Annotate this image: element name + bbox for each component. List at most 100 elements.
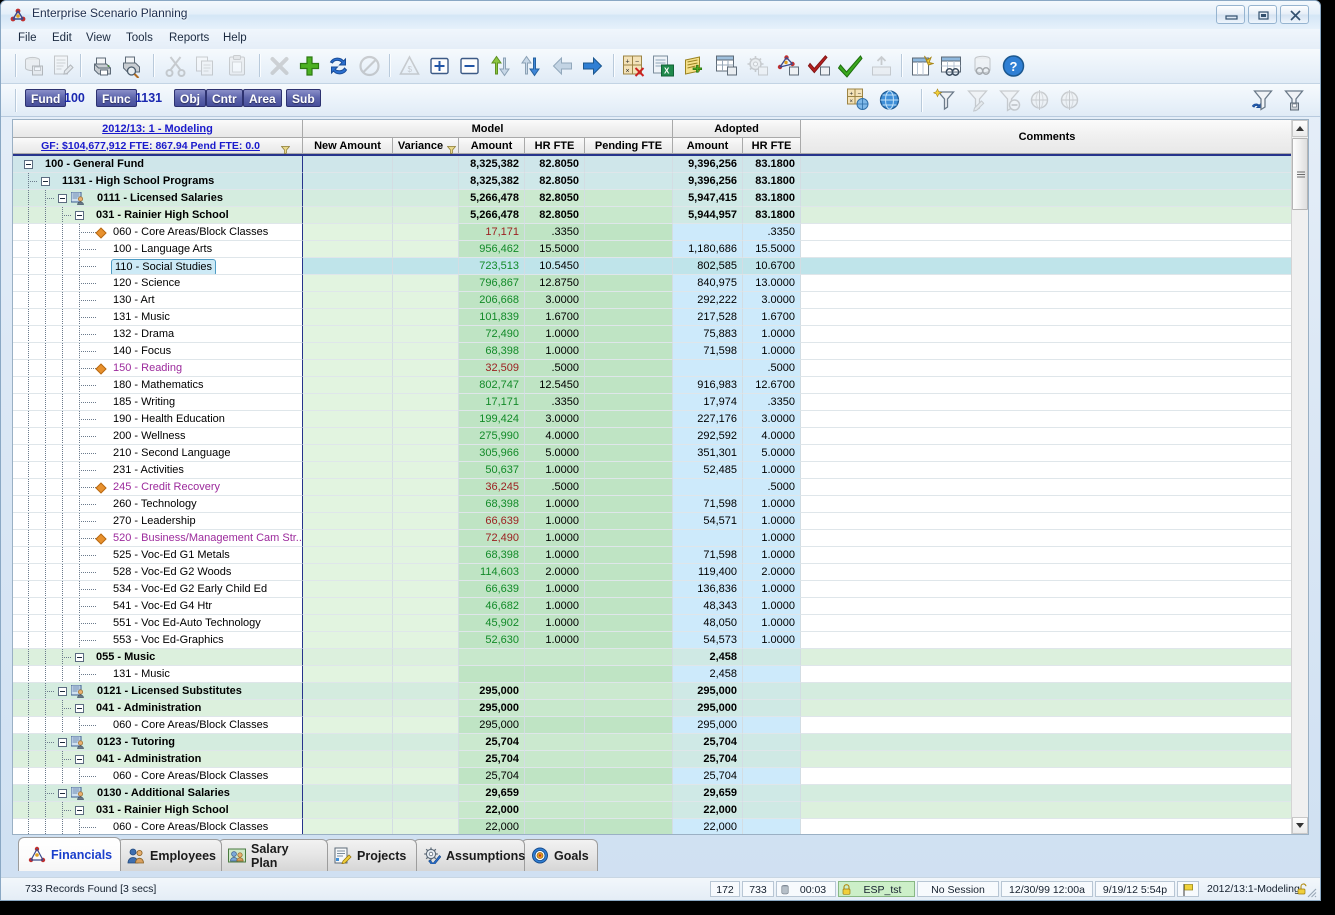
cell-model-hr-fte[interactable]: 4.0000 <box>525 428 585 445</box>
cell-model-amount[interactable]: 8,325,382 <box>459 156 525 173</box>
cell-pending-fte[interactable] <box>585 479 673 496</box>
cell-new-amount[interactable] <box>303 530 393 547</box>
tree-node-label[interactable]: 1131 - High School Programs <box>62 173 214 189</box>
cell-variance[interactable] <box>393 717 459 734</box>
cell-new-amount[interactable] <box>303 326 393 343</box>
table-row[interactable]: 060 - Core Areas/Block Classes 25,704 25,7… <box>13 768 1293 785</box>
cell-comments[interactable] <box>801 343 1293 360</box>
cell-variance[interactable] <box>393 666 459 683</box>
cell-pending-fte[interactable] <box>585 275 673 292</box>
cell-model-hr-fte[interactable] <box>525 819 585 834</box>
tree-cell[interactable]: 270 - Leadership <box>13 513 303 530</box>
table-row[interactable]: 041 - Administration 295,000 295,000 <box>13 700 1293 717</box>
cell-comments[interactable] <box>801 173 1293 190</box>
cell-new-amount[interactable] <box>303 768 393 785</box>
cell-adopted-amount[interactable]: 1,180,686 <box>673 241 743 258</box>
cell-adopted-amount[interactable]: 292,592 <box>673 428 743 445</box>
cell-adopted-amount[interactable]: 54,571 <box>673 513 743 530</box>
cell-comments[interactable] <box>801 377 1293 394</box>
tree-cell[interactable]: 100 - Language Arts <box>13 241 303 258</box>
cell-adopted-hr-fte[interactable]: .3350 <box>743 394 801 411</box>
tree-node-label[interactable]: 528 - Voc-Ed G2 Woods <box>113 564 231 580</box>
tree-node-label[interactable]: 270 - Leadership <box>113 513 196 529</box>
tree-node-label[interactable]: 031 - Rainier High School <box>96 802 229 818</box>
tree-cell[interactable]: 0111 - Licensed Salaries <box>13 190 303 207</box>
cell-new-amount[interactable] <box>303 241 393 258</box>
table-row[interactable]: 0123 - Tutoring 25,704 25,704 <box>13 734 1293 751</box>
cell-adopted-hr-fte[interactable] <box>743 683 801 700</box>
cell-pending-fte[interactable] <box>585 173 673 190</box>
save-icon[interactable] <box>22 54 47 78</box>
global-filter-off-icon[interactable] <box>1057 88 1082 112</box>
cell-comments[interactable] <box>801 785 1293 802</box>
tree-cell[interactable]: 131 - Music <box>13 666 303 683</box>
cell-model-amount[interactable]: 17,171 <box>459 224 525 241</box>
table-row[interactable]: 060 - Core Areas/Block Classes 17,171.335… <box>13 224 1293 241</box>
cell-adopted-amount[interactable]: 48,050 <box>673 615 743 632</box>
cell-pending-fte[interactable] <box>585 496 673 513</box>
tab-employees[interactable]: Employees <box>117 839 222 871</box>
cell-adopted-hr-fte[interactable]: 1.0000 <box>743 326 801 343</box>
tree-node-label[interactable]: 185 - Writing <box>113 394 175 410</box>
cell-adopted-hr-fte[interactable]: 12.6700 <box>743 377 801 394</box>
cell-comments[interactable] <box>801 717 1293 734</box>
cell-new-amount[interactable] <box>303 343 393 360</box>
cell-model-amount[interactable]: 25,704 <box>459 734 525 751</box>
minimize-button[interactable] <box>1216 5 1245 24</box>
tree-node-label[interactable]: 060 - Core Areas/Block Classes <box>113 717 268 733</box>
chip-func[interactable]: Func <box>96 89 137 107</box>
cell-adopted-amount[interactable]: 840,975 <box>673 275 743 292</box>
cell-adopted-amount[interactable]: 52,485 <box>673 462 743 479</box>
cell-model-hr-fte[interactable]: 82.8050 <box>525 156 585 173</box>
cell-variance[interactable] <box>393 564 459 581</box>
cell-pending-fte[interactable] <box>585 343 673 360</box>
cell-pending-fte[interactable] <box>585 241 673 258</box>
cut-icon[interactable] <box>163 54 188 78</box>
cell-model-hr-fte[interactable]: 1.0000 <box>525 343 585 360</box>
cell-new-amount[interactable] <box>303 479 393 496</box>
cell-adopted-amount[interactable]: 119,400 <box>673 564 743 581</box>
cell-pending-fte[interactable] <box>585 700 673 717</box>
settings-icon[interactable] <box>745 54 770 78</box>
cell-model-hr-fte[interactable] <box>525 649 585 666</box>
tree-cell[interactable]: 190 - Health Education <box>13 411 303 428</box>
cell-comments[interactable] <box>801 326 1293 343</box>
tree-cell[interactable]: 041 - Administration <box>13 751 303 768</box>
cell-comments[interactable] <box>801 394 1293 411</box>
tab-assumptions[interactable]: Assumptions <box>413 839 525 871</box>
menu-reports[interactable]: Reports <box>162 32 216 46</box>
table-row[interactable]: 270 - Leadership 66,639 1.0000 54,571 1.0000 <box>13 513 1293 530</box>
cell-new-amount[interactable] <box>303 581 393 598</box>
cell-comments[interactable] <box>801 751 1293 768</box>
cell-new-amount[interactable] <box>303 632 393 649</box>
cell-model-hr-fte[interactable]: 15.5000 <box>525 241 585 258</box>
tree-node-label[interactable]: 140 - Focus <box>113 343 171 359</box>
cell-model-amount[interactable]: 295,000 <box>459 683 525 700</box>
cell-adopted-amount[interactable]: 9,396,256 <box>673 173 743 190</box>
cell-new-amount[interactable] <box>303 173 393 190</box>
status-flag-panel[interactable] <box>1177 881 1199 897</box>
menu-tools[interactable]: Tools <box>119 32 160 46</box>
cell-adopted-hr-fte[interactable]: 1.0000 <box>743 462 801 479</box>
cell-variance[interactable] <box>393 360 459 377</box>
cell-comments[interactable] <box>801 700 1293 717</box>
cell-model-amount[interactable]: 46,682 <box>459 598 525 615</box>
cell-variance[interactable] <box>393 275 459 292</box>
resize-grip-icon[interactable] <box>1305 886 1317 898</box>
tree-cell[interactable]: 060 - Core Areas/Block Classes <box>13 819 303 834</box>
expander-collapse-icon[interactable] <box>75 653 84 662</box>
cell-adopted-amount[interactable]: 5,947,415 <box>673 190 743 207</box>
cell-comments[interactable] <box>801 445 1293 462</box>
tree-node-label[interactable]: 180 - Mathematics <box>113 377 203 393</box>
tree-node-label[interactable]: 190 - Health Education <box>113 411 225 427</box>
cell-model-hr-fte[interactable]: 1.0000 <box>525 530 585 547</box>
forward-icon[interactable] <box>580 54 605 78</box>
cell-comments[interactable] <box>801 564 1293 581</box>
cell-new-amount[interactable] <box>303 224 393 241</box>
cell-comments[interactable] <box>801 360 1293 377</box>
cell-comments[interactable] <box>801 207 1293 224</box>
cell-adopted-amount[interactable]: 2,458 <box>673 666 743 683</box>
cell-pending-fte[interactable] <box>585 394 673 411</box>
tree-node-label[interactable]: 131 - Music <box>113 309 170 325</box>
tree-cell[interactable]: 0130 - Additional Salaries <box>13 785 303 802</box>
